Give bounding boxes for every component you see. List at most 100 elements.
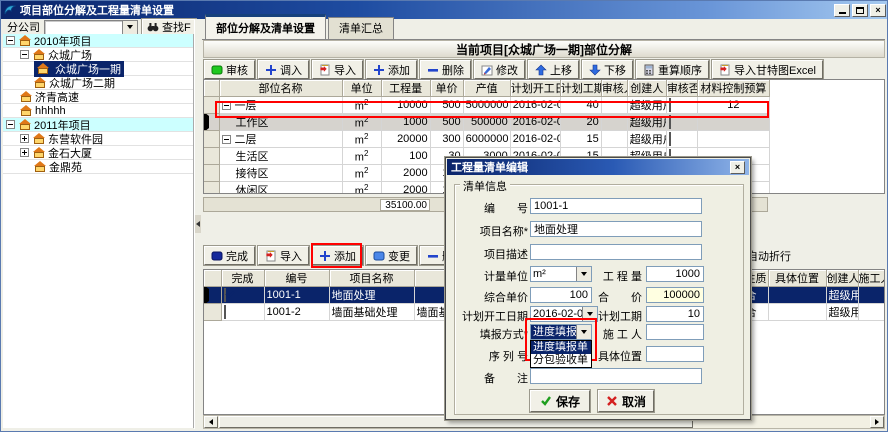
tree-item-jinshi[interactable]: 金石大厦 (3, 146, 193, 160)
expand-icon[interactable] (20, 148, 29, 157)
arrow-down-icon (589, 64, 601, 76)
scroll-right-button[interactable] (870, 416, 884, 428)
dialog-close-button[interactable]: × (730, 161, 745, 174)
blue-square-icon (211, 250, 223, 262)
row-indicator-icon (204, 287, 209, 304)
edit-icon (481, 64, 493, 76)
scroll-left-button[interactable] (204, 416, 218, 428)
add-list-button[interactable]: 添加 (312, 246, 363, 265)
audit-checkbox[interactable] (669, 132, 671, 146)
house-icon (37, 63, 49, 74)
audit-checkbox[interactable] (669, 115, 671, 129)
house-icon (34, 161, 46, 172)
code-label: 编 号 (454, 200, 528, 216)
chevron-down-icon[interactable] (122, 21, 137, 34)
unit-label: 计量单位 (454, 268, 528, 284)
tree-item-hhhhh[interactable]: hhhhh (3, 104, 193, 118)
import-gantt-excel-button[interactable]: 导入甘特图Excel (712, 60, 823, 79)
finished-checkbox[interactable] (224, 288, 226, 302)
audit-checkbox[interactable] (669, 98, 671, 112)
toolbar-top: 审核 调入 导入 添加 删除 修改 上移 下移 重算顺序 导入甘特图Excel (204, 59, 884, 80)
binoculars-icon (147, 21, 159, 33)
qty-field[interactable] (646, 266, 704, 282)
list-edit-dialog: 工程量清单编辑 × 清单信息 编 号 项目名称* 项目描述 计量单位 m² 工 … (445, 157, 751, 420)
collapse-icon[interactable] (222, 135, 231, 144)
tree-item-2010[interactable]: 2010年项目 (3, 34, 193, 48)
move-up-button[interactable]: 上移 (528, 60, 579, 79)
tree-item-zhongcheng-2[interactable]: 众城广场二期 (3, 76, 193, 90)
paste-icon (265, 250, 277, 262)
close-button[interactable]: × (870, 4, 886, 17)
company-combobox[interactable] (44, 20, 138, 35)
import-button[interactable]: 导入 (312, 60, 363, 79)
minimize-button[interactable] (834, 4, 850, 17)
finish-button[interactable]: 完成 (204, 246, 255, 265)
mode-label: 填报方式* (454, 326, 528, 342)
expand-icon[interactable] (20, 134, 29, 143)
note-label: 备 注 (454, 370, 528, 386)
call-in-button[interactable]: 调入 (258, 60, 309, 79)
table-row[interactable]: 二层 m2 20000300 60000002016-02-01 15 超级用户 (204, 131, 770, 148)
duration-field[interactable] (646, 306, 704, 322)
table-row-selected[interactable]: 工作区 m2 1000500 5000002016-02-01 20 超级用户 (204, 114, 770, 131)
desc-label: 项目描述 (454, 246, 528, 262)
tab-list-summary[interactable]: 清单汇总 (328, 17, 394, 39)
modify-button[interactable]: 修改 (474, 60, 525, 79)
tab-strip: 部位分解及清单设置 清单汇总 (202, 19, 885, 40)
blue-square-icon (373, 250, 385, 262)
plus-icon (319, 250, 331, 262)
splitter-collapse-button[interactable] (195, 215, 201, 233)
audit-button[interactable]: 审核 (204, 60, 255, 79)
desc-field[interactable] (530, 244, 702, 260)
groupbox-label: 清单信息 (460, 178, 510, 194)
app-window: 项目部位分解及工程量清单设置 × 分公司 查找F 2010年项目 众城广场 众城… (0, 0, 888, 432)
add-button[interactable]: 添加 (366, 60, 417, 79)
cancel-button[interactable]: 取消 (598, 390, 654, 412)
name-field[interactable] (530, 221, 702, 237)
arrow-left-icon (209, 419, 213, 425)
code-field[interactable] (530, 198, 702, 214)
current-project-banner: 当前项目[众城广场一期]部位分解 (203, 40, 885, 58)
tree-item-jiqing[interactable]: 济青高速 (3, 90, 193, 104)
collapse-icon[interactable] (6, 36, 15, 45)
save-button[interactable]: 保存 (530, 390, 590, 412)
tab-part-breakdown[interactable]: 部位分解及清单设置 (205, 14, 326, 39)
company-label: 分公司 (7, 19, 40, 35)
search-button[interactable]: 查找F (142, 19, 196, 35)
collapse-icon[interactable] (20, 50, 29, 59)
finished-checkbox[interactable] (224, 305, 226, 319)
maximize-button[interactable] (852, 4, 868, 17)
plus-icon (373, 64, 385, 76)
title-bar: 项目部位分解及工程量清单设置 × (1, 1, 888, 19)
app-icon (4, 4, 16, 16)
project-tree: 2010年项目 众城广场 众城广场一期 众城广场二期 济青高速 hhhhh 20… (3, 34, 194, 428)
import-list-button[interactable]: 导入 (258, 246, 309, 265)
house-icon (33, 49, 45, 60)
delete-button[interactable]: 删除 (420, 60, 471, 79)
paste-icon (319, 64, 331, 76)
collapse-icon[interactable] (6, 120, 15, 129)
dropdown-option-progress[interactable]: 进度填报单 (531, 341, 591, 354)
dropdown-option-subcontract[interactable]: 分包验收单 (531, 354, 591, 367)
worker-field[interactable] (646, 324, 704, 340)
total-field[interactable] (646, 287, 704, 303)
tree-item-dongying[interactable]: 东营软件园 (3, 132, 193, 146)
house-icon (19, 119, 31, 130)
house-icon (20, 105, 32, 116)
minus-icon (427, 250, 439, 262)
total-label: 合 价 (568, 289, 642, 305)
tree-item-jinding[interactable]: 金鼎苑 (3, 160, 193, 174)
note-field[interactable] (530, 368, 702, 384)
paste-icon (719, 64, 731, 76)
move-down-button[interactable]: 下移 (582, 60, 633, 79)
location-field[interactable] (646, 346, 704, 362)
duration-label: 计划工期 (568, 308, 642, 324)
table-row[interactable]: 一层 m2 10000500 50000002016-02-01 40 超级用户… (204, 97, 770, 114)
minimize-icon (839, 12, 846, 14)
change-button[interactable]: 变更 (366, 246, 417, 265)
collapse-icon[interactable] (222, 101, 231, 110)
autowrap-label[interactable]: 自动折行 (747, 248, 791, 264)
price-label: 综合单价 (454, 289, 528, 305)
house-icon (33, 147, 45, 158)
recalc-order-button[interactable]: 重算顺序 (636, 60, 709, 79)
